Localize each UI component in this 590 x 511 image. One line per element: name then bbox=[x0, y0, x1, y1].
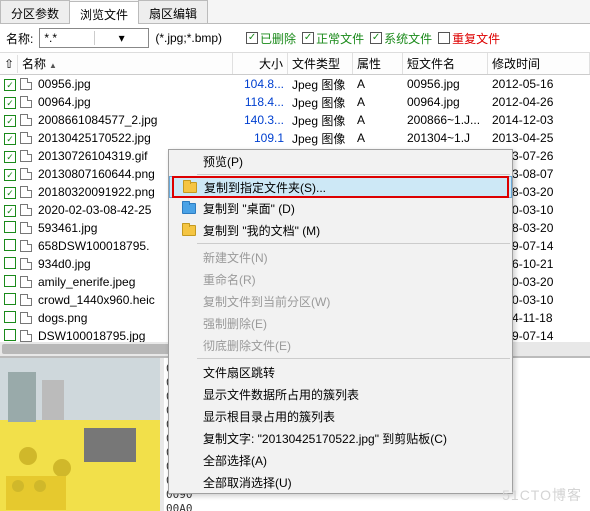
table-row[interactable]: ✓00964.jpg118.4...Jpeg 图像A00964.jpg2012-… bbox=[0, 93, 590, 111]
file-icon bbox=[20, 222, 32, 234]
file-icon bbox=[20, 294, 32, 306]
menu-new-file: 新建文件(N) bbox=[169, 246, 512, 268]
file-icon bbox=[20, 114, 32, 126]
menu-sector-jump[interactable]: 文件扇区跳转 bbox=[169, 361, 512, 383]
documents-icon bbox=[182, 225, 196, 236]
chevron-down-icon[interactable]: ▾ bbox=[94, 31, 149, 45]
hdr-mod[interactable]: 修改时间 bbox=[488, 53, 590, 74]
preview-pane bbox=[0, 358, 160, 511]
file-icon bbox=[20, 132, 32, 144]
menu-rename: 重命名(R) bbox=[169, 268, 512, 290]
file-icon bbox=[20, 186, 32, 198]
table-row[interactable]: ✓20130425170522.jpg109.1Jpeg 图像A201304~1… bbox=[0, 129, 590, 147]
file-icon bbox=[20, 204, 32, 216]
file-icon bbox=[20, 150, 32, 162]
menu-perm-delete: 彻底删除文件(E) bbox=[169, 334, 512, 356]
menu-select-all[interactable]: 全部选择(A) bbox=[169, 449, 512, 471]
menu-force-delete: 强制删除(E) bbox=[169, 312, 512, 334]
name-label: 名称: bbox=[6, 30, 33, 47]
file-icon bbox=[20, 96, 32, 108]
file-icon bbox=[20, 78, 32, 90]
chk-normal[interactable]: ✓正常文件 bbox=[302, 30, 364, 47]
file-icon bbox=[20, 168, 32, 180]
menu-show-rootdir[interactable]: 显示根目录占用的簇列表 bbox=[169, 405, 512, 427]
file-icon bbox=[20, 276, 32, 288]
desktop-icon bbox=[182, 203, 196, 214]
file-icon bbox=[20, 330, 32, 342]
folder-icon bbox=[183, 182, 197, 193]
tab-browse[interactable]: 浏览文件 bbox=[69, 1, 139, 24]
hdr-name[interactable]: 名称 bbox=[18, 53, 233, 74]
hdr-arrow[interactable]: ⇧ bbox=[0, 55, 18, 73]
name-combo[interactable]: *.* ▾ bbox=[39, 28, 149, 48]
file-icon bbox=[20, 312, 32, 324]
chk-deleted[interactable]: ✓已删除 bbox=[246, 30, 296, 47]
menu-show-clusters[interactable]: 显示文件数据所占用的簇列表 bbox=[169, 383, 512, 405]
name-value: *.* bbox=[40, 31, 94, 45]
file-icon bbox=[20, 258, 32, 270]
menu-copy-to-folder[interactable]: 复制到指定文件夹(S)... bbox=[169, 176, 512, 198]
filter-row: 名称: *.* ▾ (*.jpg;*.bmp) ✓已删除 ✓正常文件 ✓系统文件… bbox=[0, 24, 590, 53]
menu-copy-to-docs[interactable]: 复制到 "我的文档" (M) bbox=[169, 219, 512, 241]
menu-copy-text[interactable]: 复制文字: "20130425170522.jpg" 到剪贴板(C) bbox=[169, 427, 512, 449]
chk-dup[interactable]: ✓重复文件 bbox=[438, 30, 500, 47]
menu-preview[interactable]: 预览(P) bbox=[169, 150, 512, 172]
hdr-attr[interactable]: 属性 bbox=[353, 53, 403, 74]
hdr-sfn[interactable]: 短文件名 bbox=[403, 53, 488, 74]
menu-copy-to-desktop[interactable]: 复制到 "桌面" (D) bbox=[169, 197, 512, 219]
grid-header: ⇧ 名称 大小 文件类型 属性 短文件名 修改时间 bbox=[0, 53, 590, 75]
menu-deselect-all[interactable]: 全部取消选择(U) bbox=[169, 471, 512, 493]
tab-partition[interactable]: 分区参数 bbox=[0, 0, 70, 23]
hdr-type[interactable]: 文件类型 bbox=[288, 53, 353, 74]
tab-sector[interactable]: 扇区编辑 bbox=[138, 0, 208, 23]
table-row[interactable]: ✓00956.jpg104.8...Jpeg 图像A00956.jpg2012-… bbox=[0, 75, 590, 93]
menu-copy-to-partition: 复制文件到当前分区(W) bbox=[169, 290, 512, 312]
hdr-size[interactable]: 大小 bbox=[233, 53, 288, 74]
context-menu: 预览(P) 复制到指定文件夹(S)... 复制到 "桌面" (D) 复制到 "我… bbox=[168, 149, 513, 494]
tab-bar: 分区参数 浏览文件 扇区编辑 bbox=[0, 0, 590, 24]
chk-system[interactable]: ✓系统文件 bbox=[370, 30, 432, 47]
thumbnail-image bbox=[0, 358, 160, 511]
ext-hint: (*.jpg;*.bmp) bbox=[155, 31, 222, 45]
file-icon bbox=[20, 240, 32, 252]
watermark: 51CTO博客 bbox=[502, 485, 582, 505]
table-row[interactable]: ✓2008661084577_2.jpg140.3...Jpeg 图像A2008… bbox=[0, 111, 590, 129]
